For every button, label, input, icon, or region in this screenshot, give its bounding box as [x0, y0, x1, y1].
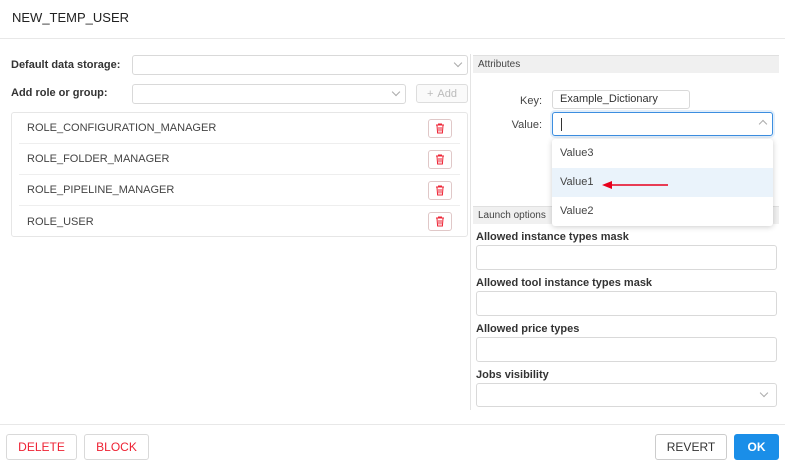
- plus-icon: +: [426, 87, 434, 100]
- chevron-down-icon: [453, 58, 463, 68]
- trash-icon: [436, 154, 444, 164]
- list-item: ROLE_CONFIGURATION_MANAGER: [19, 113, 460, 144]
- header-divider: [0, 38, 785, 39]
- delete-role-button[interactable]: [428, 212, 452, 231]
- value-label: Value:: [511, 119, 542, 131]
- tool-instance-types-label: Allowed tool instance types mask: [476, 277, 653, 289]
- dropdown-option[interactable]: Value3: [552, 139, 773, 168]
- annotation-arrow-icon: [602, 181, 668, 189]
- add-role-select[interactable]: [132, 84, 406, 104]
- column-divider: [470, 54, 471, 410]
- chevron-up-icon: [758, 119, 768, 129]
- roles-list: ROLE_CONFIGURATION_MANAGER ROLE_FOLDER_M…: [11, 112, 468, 237]
- price-types-input[interactable]: [476, 337, 777, 362]
- role-name: ROLE_PIPELINE_MANAGER: [27, 184, 175, 196]
- delete-role-button[interactable]: [428, 149, 452, 169]
- delete-role-button[interactable]: [428, 180, 452, 200]
- key-label: Key:: [519, 95, 542, 107]
- role-name: ROLE_CONFIGURATION_MANAGER: [27, 122, 217, 134]
- list-item: ROLE_USER: [19, 206, 460, 237]
- delete-button[interactable]: DELETE: [6, 434, 77, 460]
- revert-button[interactable]: REVERT: [655, 434, 727, 460]
- ok-button[interactable]: OK: [734, 434, 779, 460]
- delete-role-button[interactable]: [428, 118, 452, 138]
- default-storage-select[interactable]: [132, 55, 468, 75]
- trash-icon: [436, 185, 444, 195]
- role-name: ROLE_USER: [27, 215, 94, 228]
- tool-instance-types-input[interactable]: [476, 291, 777, 316]
- instance-types-label: Allowed instance types mask: [476, 231, 629, 243]
- key-input[interactable]: Example_Dictionary: [552, 90, 690, 109]
- dropdown-option[interactable]: Value2: [552, 197, 773, 226]
- text-cursor: [561, 118, 562, 131]
- default-storage-label: Default data storage:: [11, 59, 121, 71]
- add-button-label: Add: [437, 87, 457, 100]
- add-role-label: Add role or group:: [11, 87, 108, 99]
- page-title: NEW_TEMP_USER: [12, 10, 130, 25]
- trash-icon: [436, 123, 444, 133]
- list-item: ROLE_PIPELINE_MANAGER: [19, 175, 460, 206]
- list-item: ROLE_FOLDER_MANAGER: [19, 144, 460, 175]
- role-name: ROLE_FOLDER_MANAGER: [27, 153, 170, 165]
- chevron-down-icon: [391, 87, 401, 97]
- jobs-visibility-select[interactable]: [476, 383, 777, 407]
- price-types-label: Allowed price types: [476, 323, 580, 335]
- jobs-visibility-label: Jobs visibility: [476, 369, 549, 381]
- value-input[interactable]: [552, 112, 773, 136]
- add-role-button[interactable]: + Add: [416, 84, 468, 103]
- attributes-header: Attributes: [473, 55, 779, 73]
- footer-divider: [0, 424, 785, 425]
- trash-icon: [436, 216, 444, 227]
- chevron-down-icon: [759, 388, 769, 398]
- block-button[interactable]: BLOCK: [84, 434, 149, 460]
- instance-types-input[interactable]: [476, 245, 777, 270]
